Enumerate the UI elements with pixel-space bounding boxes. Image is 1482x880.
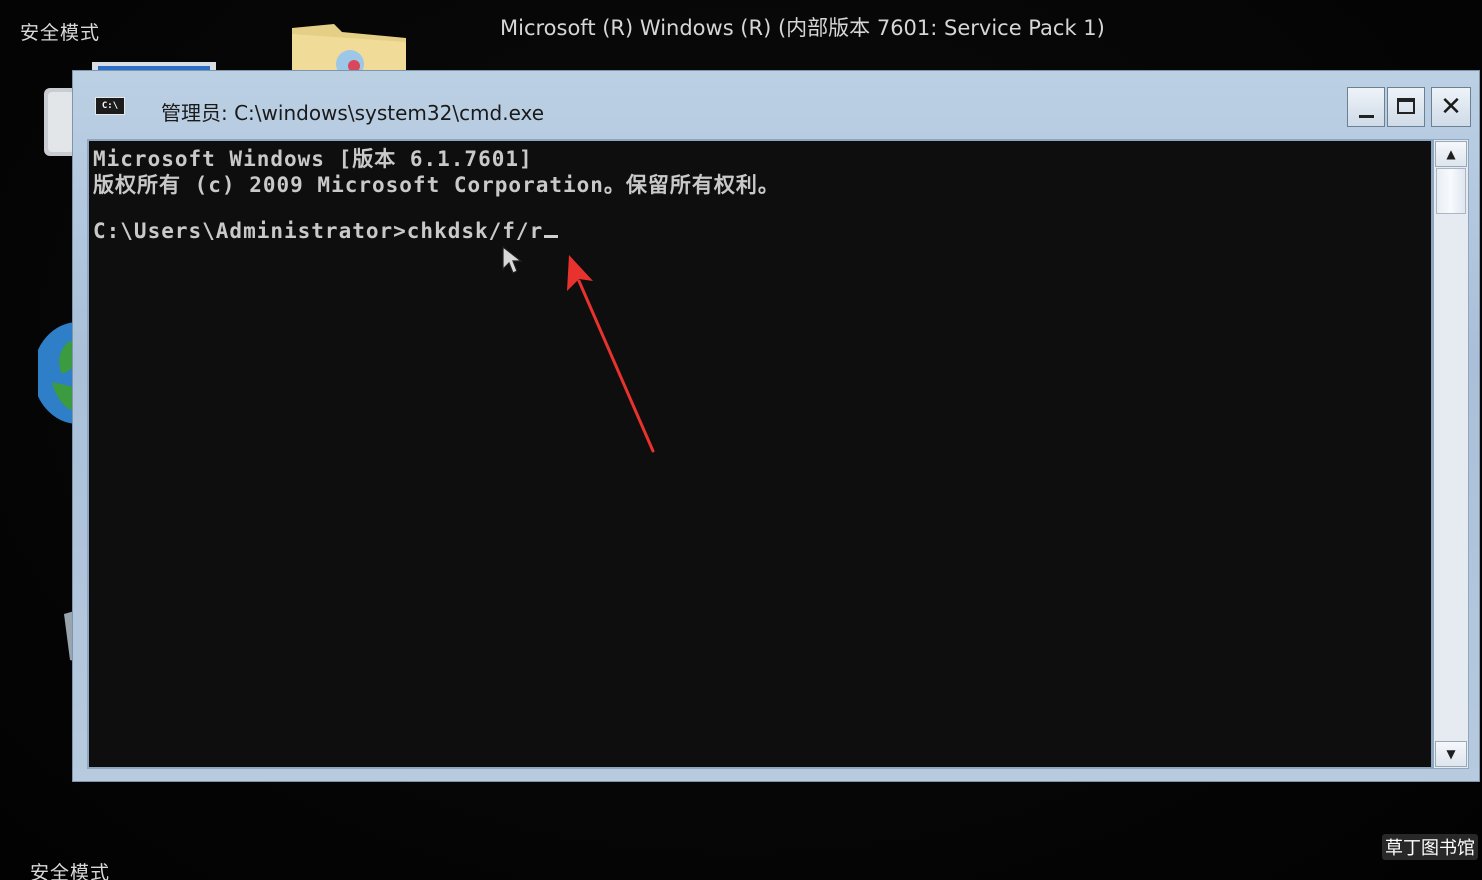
desktop-screen: 安全模式 Microsoft (R) Windows (R) (内部版本 760… — [0, 0, 1482, 880]
close-icon: ✕ — [1440, 92, 1462, 122]
text-cursor — [544, 235, 559, 238]
cmd-icon[interactable]: C:\ — [95, 97, 125, 115]
folder-icon[interactable] — [290, 24, 408, 76]
minimize-button[interactable] — [1347, 87, 1385, 127]
cmd-window[interactable]: C:\ 管理员: C:\windows\system32\cmd.exe ✕ M… — [72, 70, 1480, 782]
desktop-os-version-text: Microsoft (R) Windows (R) (内部版本 7601: Se… — [500, 16, 1105, 40]
window-title: 管理员: C:\windows\system32\cmd.exe — [161, 101, 545, 125]
safe-mode-label-bottom: 安全模式 — [30, 862, 111, 880]
close-button[interactable]: ✕ — [1431, 87, 1471, 127]
console-line-copyright: 版权所有 (c) 2009 Microsoft Corporation。保留所有… — [93, 173, 780, 197]
scroll-up-button[interactable]: ▲ — [1435, 141, 1467, 167]
maximize-icon — [1397, 98, 1415, 114]
scroll-thumb[interactable] — [1436, 168, 1466, 214]
red-annotation-arrow-icon — [567, 255, 655, 453]
console-line-prompt: C:\Users\Administrator>chkdsk/f/r — [93, 219, 559, 243]
watermark-text: 草丁图书馆 — [1382, 834, 1478, 860]
maximize-button[interactable] — [1387, 87, 1425, 127]
console-command-text: C:\Users\Administrator>chkdsk/f/r — [93, 219, 544, 243]
scroll-down-button[interactable]: ▼ — [1435, 741, 1467, 767]
vertical-scrollbar[interactable]: ▲ ▼ — [1433, 139, 1469, 769]
console-output[interactable]: Microsoft Windows [版本 6.1.7601] 版权所有 (c)… — [87, 139, 1433, 769]
minimize-icon — [1359, 115, 1374, 118]
mouse-pointer-icon — [502, 245, 523, 274]
safe-mode-label-top: 安全模式 — [20, 22, 101, 44]
